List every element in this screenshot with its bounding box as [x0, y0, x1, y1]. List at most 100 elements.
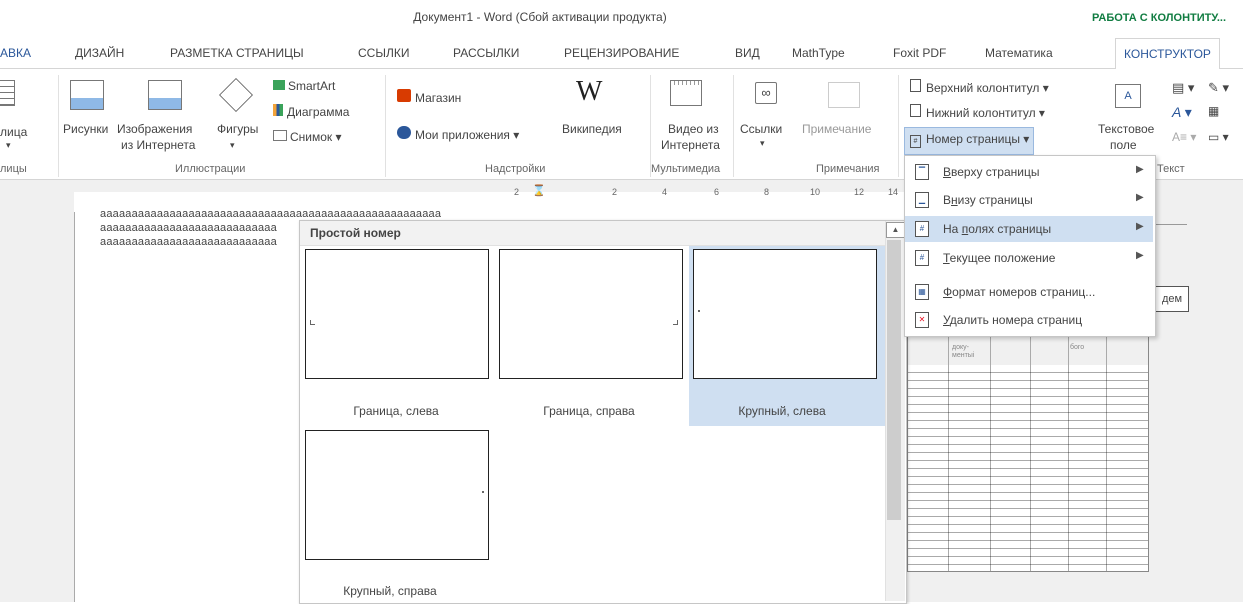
chart-icon — [273, 104, 283, 116]
shapes-button[interactable]: Фигуры — [217, 122, 258, 136]
window-title: Документ1 - Word (Сбой активации продукт… — [413, 10, 667, 24]
tab-math[interactable]: Математика — [985, 46, 1053, 60]
comment-button[interactable]: Примечание — [802, 122, 871, 136]
menu-item-top-of-page[interactable]: ▔ Вверху страницы ▶ — [905, 159, 1153, 185]
tab-references[interactable]: ССЫЛКИ — [358, 46, 409, 60]
comment-icon[interactable] — [828, 82, 860, 108]
document-text-line: аааааааааааааааааааааааааааа — [100, 222, 277, 234]
chevron-down-icon[interactable]: ▾ — [760, 138, 765, 149]
margin-line — [74, 212, 75, 602]
tab-mailings[interactable]: РАССЫЛКИ — [453, 46, 519, 60]
my-apps-button[interactable]: Мои приложения ▾ — [397, 126, 519, 142]
online-video-button-line2[interactable]: Интернета — [661, 138, 720, 152]
ruler-tick: 10 — [810, 187, 821, 197]
menu-item-label: На полях страницы — [943, 222, 1052, 236]
menu-item-format-page-numbers[interactable]: ▦ Формат номеров страниц... — [905, 279, 1153, 305]
document-button[interactable]: дем — [1155, 286, 1189, 312]
scroll-up-icon[interactable]: ▲ — [886, 222, 905, 238]
ruler-tick: 2 — [514, 187, 520, 197]
object-icon[interactable]: ▭ ▾ — [1208, 130, 1229, 144]
comments-group-label: Примечания — [816, 163, 880, 175]
smartart-icon — [273, 80, 285, 90]
apps-icon — [397, 126, 411, 139]
links-button[interactable]: Ссылки — [740, 122, 782, 136]
ruler-tick: 2 — [612, 187, 618, 197]
gallery-item-border-left[interactable] — [305, 249, 489, 379]
gallery-item-large-right[interactable] — [305, 430, 489, 560]
table-icon[interactable] — [0, 80, 15, 106]
gallery-item-border-right[interactable] — [499, 249, 683, 379]
pictures-button[interactable]: Рисунки — [63, 122, 108, 136]
text-box-button-line1[interactable]: Текстовое — [1098, 122, 1154, 136]
tab-view[interactable]: ВИД — [735, 46, 760, 60]
smartart-button[interactable]: SmartArt — [273, 79, 335, 93]
quick-parts-icon[interactable]: ▤ ▾ — [1172, 80, 1194, 96]
gallery-item-label: Граница, справа — [543, 404, 635, 418]
menu-item-current-position[interactable]: # Текущее положение ▶ — [905, 245, 1153, 271]
text-box-button-line2[interactable]: поле — [1110, 138, 1137, 152]
tab-constructor[interactable]: КОНСТРУКТОР — [1115, 38, 1220, 70]
gallery-item-label: Крупный, справа — [343, 584, 437, 598]
page-number-icon: # — [910, 135, 921, 148]
link-icon[interactable]: ∞ — [755, 82, 777, 104]
tab-mathtype[interactable]: MathType — [792, 46, 845, 60]
group-separator — [385, 75, 386, 177]
table-button-label[interactable]: лица — [0, 125, 27, 139]
online-video-button-line1[interactable]: Видео из — [668, 122, 719, 136]
group-separator — [650, 75, 651, 177]
online-pictures-button-line2[interactable]: из Интернета — [121, 138, 195, 152]
tab-layout[interactable]: РАЗМЕТКА СТРАНИЦЫ — [170, 46, 304, 60]
screenshot-icon — [273, 130, 287, 141]
chevron-down-icon[interactable]: ▾ — [6, 140, 11, 151]
header-button[interactable]: Верхний колонтитул ▾ — [910, 79, 1049, 95]
ruler[interactable]: 2 ⌛ 2 4 6 8 10 12 14 — [502, 184, 902, 201]
ruler-tick: 6 — [714, 187, 720, 197]
drop-cap-icon[interactable]: A≡ ▾ — [1172, 130, 1196, 144]
gallery-item-label: Крупный, слева — [738, 404, 826, 418]
wikipedia-icon[interactable]: W — [576, 76, 602, 108]
table-header-cell: доку- — [952, 344, 969, 351]
menu-item-label: Формат номеров страниц... — [943, 285, 1096, 299]
tab-insert[interactable]: АВКА — [0, 46, 31, 60]
header-icon — [910, 79, 921, 92]
online-video-icon[interactable] — [670, 80, 702, 106]
ruler-tick: 8 — [764, 187, 770, 197]
tab-foxit[interactable]: Foxit PDF — [893, 46, 946, 60]
wikipedia-button[interactable]: Википедия — [562, 122, 622, 136]
page-top-icon: ▔ — [915, 164, 929, 180]
ruler-tick: 4 — [662, 187, 668, 197]
signature-line-icon[interactable]: ✎ ▾ — [1208, 80, 1229, 96]
chart-button[interactable]: Диаграмма — [273, 104, 349, 119]
menu-item-remove-page-numbers[interactable]: ✕ Удалить номера страниц — [905, 307, 1153, 333]
tab-review[interactable]: РЕЦЕНЗИРОВАНИЕ — [564, 46, 679, 60]
online-pictures-button-line1[interactable]: Изображения — [117, 122, 192, 136]
date-time-icon[interactable]: ▦ — [1208, 104, 1219, 118]
store-button[interactable]: Магазин — [397, 89, 461, 105]
media-group-label: Мультимедиа — [651, 163, 721, 175]
remove-icon: ✕ — [915, 312, 929, 328]
table-header-cell: ментыі — [952, 352, 975, 359]
ribbon-tabs: АВКА ДИЗАЙН РАЗМЕТКА СТРАНИЦЫ ССЫЛКИ РАС… — [0, 38, 1243, 70]
menu-item-label: Внизу страницы — [943, 193, 1033, 207]
scrollbar-thumb[interactable] — [887, 240, 901, 520]
document-text-line: аааааааааааааааааааааааааааааааааааааааа… — [100, 208, 442, 220]
chevron-right-icon: ▶ — [1136, 221, 1144, 232]
store-icon — [397, 89, 411, 102]
indent-marker-icon[interactable]: ⌛ — [532, 184, 546, 197]
page-margins-icon: # — [915, 221, 929, 237]
gallery-item-large-left[interactable] — [693, 249, 877, 379]
tab-design[interactable]: ДИЗАЙН — [75, 46, 124, 60]
screenshot-button[interactable]: Снимок ▾ — [273, 130, 342, 144]
online-pictures-icon[interactable] — [148, 80, 182, 110]
chevron-right-icon: ▶ — [1136, 164, 1144, 175]
wordart-icon[interactable]: A ▾ — [1172, 104, 1192, 121]
ruler-tick: 14 — [888, 187, 899, 197]
page-number-button[interactable]: # Номер страницы ▾ — [910, 132, 1029, 148]
pictures-icon[interactable] — [70, 80, 104, 110]
menu-item-bottom-of-page[interactable]: ▁ Внизу страницы ▶ — [905, 187, 1153, 213]
chevron-down-icon[interactable]: ▾ — [230, 140, 235, 151]
text-box-icon[interactable]: A — [1115, 84, 1141, 108]
menu-item-page-margins[interactable]: # На полях страницы ▶ — [905, 216, 1153, 242]
footer-button[interactable]: Нижний колонтитул ▾ — [910, 104, 1045, 120]
table-header-cell: бого — [1070, 344, 1085, 351]
